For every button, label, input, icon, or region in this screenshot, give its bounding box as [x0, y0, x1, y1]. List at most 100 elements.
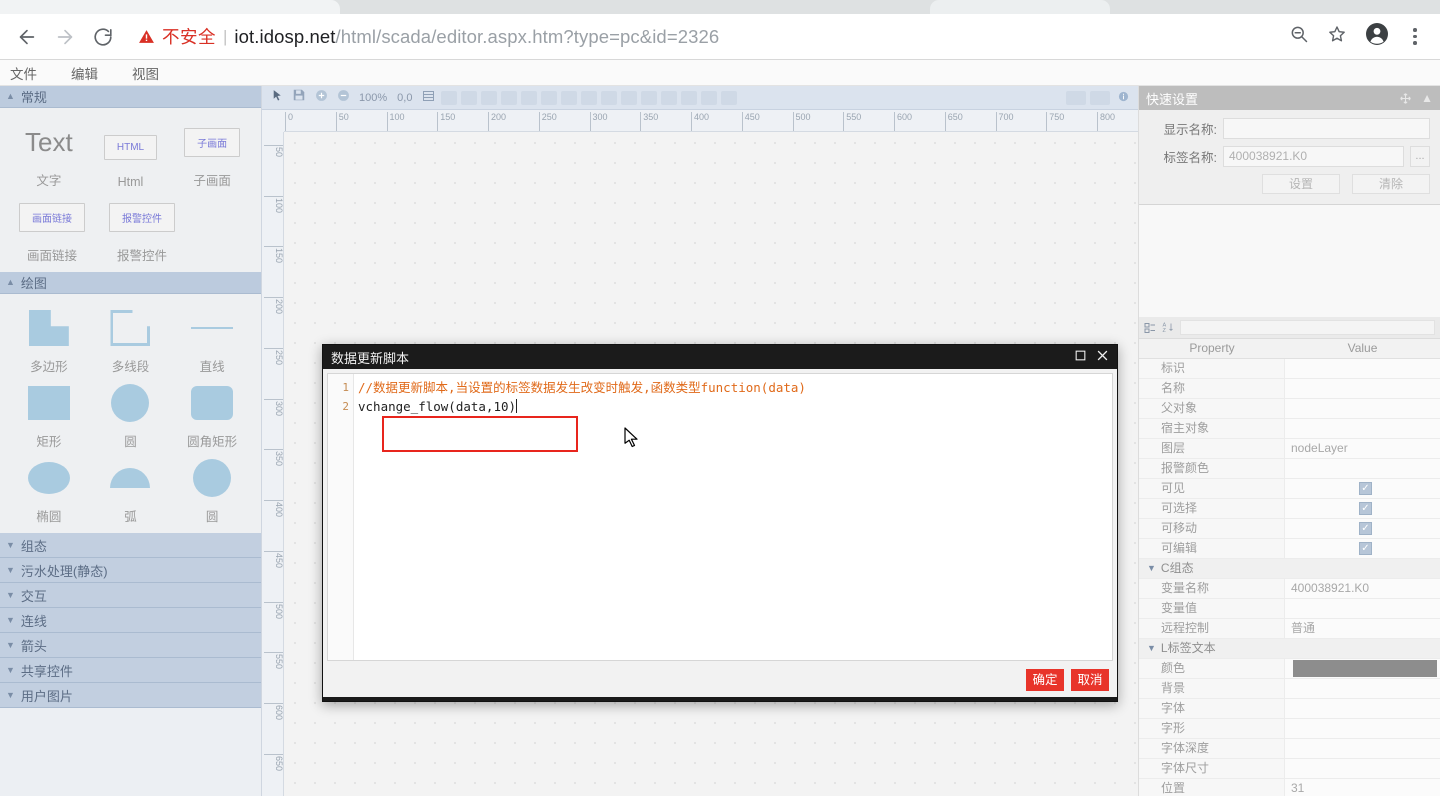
- zoom-out-button[interactable]: [1282, 20, 1316, 54]
- toolbar-button-align-center[interactable]: [461, 90, 478, 105]
- property-value[interactable]: 普通: [1285, 619, 1440, 638]
- browser-tab-active[interactable]: [0, 0, 340, 14]
- palette-item-html[interactable]: HTML Html: [92, 127, 168, 189]
- toolbar-button-ruler-v[interactable]: [1090, 90, 1110, 105]
- property-value[interactable]: [1285, 359, 1440, 378]
- toolbar-button-bring-front[interactable]: [681, 90, 698, 105]
- property-value[interactable]: nodeLayer: [1285, 439, 1440, 458]
- checkbox-checked-icon[interactable]: ✓: [1359, 502, 1372, 515]
- property-row[interactable]: 标识: [1139, 359, 1440, 379]
- categorize-icon[interactable]: [1144, 322, 1156, 334]
- address-bar[interactable]: 不安全 | iot.idosp.net/html/scada/editor.as…: [128, 20, 1282, 54]
- menu-item-view[interactable]: 视图: [132, 63, 159, 83]
- property-value[interactable]: [1285, 659, 1440, 678]
- property-group-row[interactable]: ▼ L标签文本: [1139, 639, 1440, 659]
- property-row[interactable]: 背景: [1139, 679, 1440, 699]
- toolbar-button-lock[interactable]: [721, 90, 738, 105]
- dialog-titlebar[interactable]: 数据更新脚本: [323, 345, 1117, 369]
- palette-section-drawing-header[interactable]: ▲ 绘图: [0, 272, 261, 294]
- info-button[interactable]: [1114, 89, 1132, 107]
- triangle-up-icon[interactable]: ▲: [1421, 91, 1433, 105]
- save-button[interactable]: [290, 89, 308, 107]
- property-value[interactable]: [1285, 699, 1440, 718]
- toolbar-button-group[interactable]: [641, 90, 658, 105]
- property-value[interactable]: [1285, 459, 1440, 478]
- display-name-input[interactable]: [1223, 118, 1430, 139]
- toolbar-button-align-middle[interactable]: [521, 90, 538, 105]
- property-row[interactable]: 可移动 ✓: [1139, 519, 1440, 539]
- palette-section-user-images[interactable]: ▼ 用户图片: [0, 683, 261, 708]
- palette-section-wastewater[interactable]: ▼ 污水处理(静态): [0, 558, 261, 583]
- property-group-row[interactable]: ▼ C组态: [1139, 559, 1440, 579]
- toolbar-button-align-bottom[interactable]: [541, 90, 558, 105]
- horizontal-ruler[interactable]: 0 50 100 150 200 250 300 350 400 450 500 550 600 650 7…: [284, 110, 1138, 132]
- toolbar-button-same-width[interactable]: [601, 90, 618, 105]
- palette-section-arrow[interactable]: ▼ 箭头: [0, 633, 261, 658]
- move-handle-icon[interactable]: [1399, 92, 1412, 105]
- palette-item-alarm-control[interactable]: 报警控件 报警控件: [104, 197, 180, 264]
- property-row[interactable]: 位置 31: [1139, 779, 1440, 796]
- property-value[interactable]: 31: [1285, 779, 1440, 796]
- select-tool-button[interactable]: [268, 89, 286, 107]
- toolbar-button-distribute-h[interactable]: [561, 90, 578, 105]
- menu-item-edit[interactable]: 编辑: [71, 63, 98, 83]
- toolbar-button-ungroup[interactable]: [661, 90, 678, 105]
- reload-button[interactable]: [84, 18, 122, 56]
- toolbar-button-align-left[interactable]: [441, 90, 458, 105]
- property-value[interactable]: [1285, 399, 1440, 418]
- checkbox-checked-icon[interactable]: ✓: [1359, 482, 1372, 495]
- property-row[interactable]: 字体: [1139, 699, 1440, 719]
- property-value[interactable]: [1285, 419, 1440, 438]
- tag-name-input[interactable]: 400038921.K0: [1223, 146, 1404, 167]
- property-row[interactable]: 宿主对象: [1139, 419, 1440, 439]
- property-row[interactable]: 可选择 ✓: [1139, 499, 1440, 519]
- palette-section-general-header[interactable]: ▲ 常规: [0, 86, 261, 108]
- checkbox-checked-icon[interactable]: ✓: [1359, 522, 1372, 535]
- toolbar-button-distribute-v[interactable]: [581, 90, 598, 105]
- property-value[interactable]: [1285, 379, 1440, 398]
- sort-alphabetical-icon[interactable]: AZ: [1162, 321, 1174, 334]
- menu-item-file[interactable]: 文件: [10, 63, 37, 83]
- property-row[interactable]: 远程控制 普通: [1139, 619, 1440, 639]
- checkbox-checked-icon[interactable]: ✓: [1359, 542, 1372, 555]
- clear-button[interactable]: 清除: [1352, 174, 1430, 194]
- property-row[interactable]: 变量值: [1139, 599, 1440, 619]
- toolbar-button-ruler-h[interactable]: [1066, 90, 1086, 105]
- grid-toggle-button[interactable]: [419, 89, 437, 107]
- bookmark-button[interactable]: [1320, 20, 1354, 54]
- property-value[interactable]: [1285, 679, 1440, 698]
- palette-item-arc[interactable]: 弧: [92, 458, 168, 525]
- cancel-button[interactable]: 取消: [1071, 669, 1109, 691]
- property-value[interactable]: 400038921.K0: [1285, 579, 1440, 598]
- property-value[interactable]: [1285, 599, 1440, 618]
- palette-item-circle[interactable]: 圆: [92, 383, 168, 450]
- property-value[interactable]: ✓: [1285, 519, 1440, 538]
- property-value[interactable]: ✓: [1285, 499, 1440, 518]
- palette-item-polyline[interactable]: 多线段: [92, 308, 168, 375]
- forward-button[interactable]: [46, 18, 84, 56]
- property-row[interactable]: 字体深度: [1139, 739, 1440, 759]
- data-update-script-dialog[interactable]: 数据更新脚本 1 2 //数据更新脚本,当设置的标签数据发生改变时触发,函数类型…: [322, 344, 1118, 702]
- property-row[interactable]: 图层 nodeLayer: [1139, 439, 1440, 459]
- zoom-in-button[interactable]: [312, 89, 330, 107]
- color-swatch[interactable]: [1293, 660, 1437, 677]
- palette-item-line[interactable]: 直线: [174, 308, 250, 375]
- palette-item-rectangle[interactable]: 矩形: [11, 383, 87, 450]
- palette-section-connector[interactable]: ▼ 连线: [0, 608, 261, 633]
- toolbar-button-send-back[interactable]: [701, 90, 718, 105]
- triangle-down-icon[interactable]: ▼: [1147, 564, 1156, 573]
- toolbar-button-align-right[interactable]: [481, 90, 498, 105]
- property-row[interactable]: 父对象: [1139, 399, 1440, 419]
- property-row[interactable]: 变量名称 400038921.K0: [1139, 579, 1440, 599]
- set-button[interactable]: 设置: [1262, 174, 1340, 194]
- property-row[interactable]: 名称: [1139, 379, 1440, 399]
- property-value[interactable]: [1285, 719, 1440, 738]
- property-row[interactable]: 可编辑 ✓: [1139, 539, 1440, 559]
- script-code-editor[interactable]: 1 2 //数据更新脚本,当设置的标签数据发生改变时触发,函数类型functio…: [327, 373, 1113, 661]
- palette-item-ellipse[interactable]: 椭圆: [11, 458, 87, 525]
- toolbar-button-align-top[interactable]: [501, 90, 518, 105]
- property-row[interactable]: 字形: [1139, 719, 1440, 739]
- zoom-out-button[interactable]: [334, 89, 352, 107]
- palette-section-interaction[interactable]: ▼ 交互: [0, 583, 261, 608]
- palette-item-rounded-rectangle[interactable]: 圆角矩形: [174, 383, 250, 450]
